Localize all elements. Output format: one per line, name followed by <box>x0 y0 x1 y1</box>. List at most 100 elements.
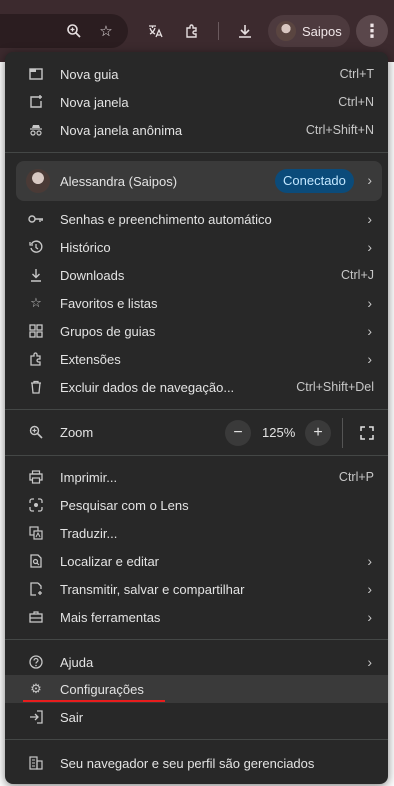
shortcut: Ctrl+Shift+N <box>305 123 374 137</box>
menu-item-translate[interactable]: Traduzir... <box>5 519 388 547</box>
menu-item-label: Senhas e preenchimento automático <box>60 211 272 227</box>
shortcut: Ctrl+N <box>338 95 374 109</box>
extensions-icon[interactable] <box>181 20 203 42</box>
avatar <box>26 169 50 193</box>
download-icon[interactable] <box>234 20 256 42</box>
find-icon <box>27 552 45 570</box>
translate-icon <box>27 524 45 542</box>
print-icon <box>27 468 45 486</box>
download-icon <box>27 266 45 284</box>
avatar <box>276 21 296 41</box>
divider <box>5 739 388 740</box>
menu-item-label: Configurações <box>60 681 144 697</box>
menu-item-tab-groups[interactable]: Grupos de guias › <box>5 317 388 345</box>
zoom-out-button[interactable]: − <box>225 420 251 446</box>
menu-kebab-icon[interactable]: ⋮ <box>356 15 388 47</box>
menu-item-label: Transmitir, salvar e compartilhar <box>60 581 245 597</box>
menu-item-managed[interactable]: Seu navegador e seu perfil são gerenciad… <box>5 749 388 777</box>
zoom-in-button[interactable]: + <box>305 420 331 446</box>
menu-item-settings[interactable]: ⚙ Configurações <box>5 675 388 703</box>
menu-item-label: Imprimir... <box>60 469 118 485</box>
menu-item-help[interactable]: Ajuda › <box>5 648 388 676</box>
menu-item-label: Seu navegador e seu perfil são gerenciad… <box>60 755 315 771</box>
menu-item-label: Histórico <box>60 239 111 255</box>
menu-item-more-tools[interactable]: Mais ferramentas › <box>5 603 388 631</box>
toolbar-separator <box>218 22 219 40</box>
menu-item-lens[interactable]: Pesquisar com o Lens <box>5 491 388 519</box>
lens-icon <box>27 496 45 514</box>
zoom-label: Zoom <box>60 424 94 440</box>
zoom-separator <box>342 418 343 448</box>
menu-item-find[interactable]: Localizar e editar › <box>5 547 388 575</box>
menu-item-label: Traduzir... <box>60 525 118 541</box>
cast-icon <box>27 580 45 598</box>
fullscreen-icon[interactable] <box>357 423 377 443</box>
star-icon: ☆ <box>30 295 42 310</box>
shortcut: Ctrl+T <box>339 67 374 81</box>
annotation-underline <box>23 700 165 702</box>
toolbox-icon <box>27 608 45 626</box>
chevron-right-icon: › <box>367 211 372 227</box>
status-badge: Conectado <box>275 169 354 193</box>
menu-item-new-tab[interactable]: Nova guia Ctrl+T <box>5 60 388 88</box>
menu-item-label: Sair <box>60 709 84 725</box>
bookmark-star-icon[interactable]: ☆ <box>95 20 117 42</box>
history-icon <box>27 238 45 256</box>
menu-item-bookmarks[interactable]: ☆ Favoritos e listas › <box>5 289 388 317</box>
menu-item-cast-save-share[interactable]: Transmitir, salvar e compartilhar › <box>5 575 388 603</box>
menu-item-label: Nova janela <box>60 94 129 110</box>
menu-item-label: Nova guia <box>60 66 119 82</box>
chevron-right-icon: › <box>367 351 372 367</box>
profile-row[interactable]: Alessandra (Saipos) Conectado › <box>16 161 382 201</box>
chrome-main-menu: Nova guia Ctrl+T Nova janela Ctrl+N Nova… <box>5 52 388 784</box>
new-tab-icon <box>27 65 45 83</box>
zoom-value: 125% <box>262 425 296 440</box>
divider <box>5 409 388 410</box>
menu-item-label: Mais ferramentas <box>60 609 161 625</box>
menu-item-print[interactable]: Imprimir... Ctrl+P <box>5 463 388 491</box>
shortcut: Ctrl+P <box>338 470 374 484</box>
gear-icon: ⚙ <box>30 681 42 696</box>
divider <box>5 152 388 153</box>
profile-chip[interactable]: Saipos <box>268 15 350 47</box>
chevron-right-icon: › <box>367 654 372 670</box>
chevron-right-icon: › <box>367 172 372 188</box>
menu-item-incognito[interactable]: Nova janela anônima Ctrl+Shift+N <box>5 116 388 144</box>
translate-icon[interactable] <box>144 20 166 42</box>
menu-item-label: Downloads <box>60 267 125 283</box>
new-window-icon <box>27 93 45 111</box>
menu-item-exit[interactable]: Sair <box>5 703 388 731</box>
menu-item-passwords[interactable]: Senhas e preenchimento automático › <box>5 205 388 233</box>
menu-item-new-window[interactable]: Nova janela Ctrl+N <box>5 88 388 116</box>
chevron-right-icon: › <box>367 609 372 625</box>
exit-icon <box>27 708 45 726</box>
menu-item-label: Ajuda <box>60 654 94 670</box>
menu-item-label: Localizar e editar <box>60 553 159 569</box>
menu-item-history[interactable]: Histórico › <box>5 233 388 261</box>
shortcut: Ctrl+Shift+Del <box>296 380 374 394</box>
menu-item-label: Pesquisar com o Lens <box>60 497 189 513</box>
chevron-right-icon: › <box>367 295 372 311</box>
incognito-icon <box>27 121 45 139</box>
menu-item-extensions[interactable]: Extensões › <box>5 345 388 373</box>
help-icon <box>27 653 45 671</box>
divider <box>5 455 388 456</box>
tab-groups-icon <box>27 322 45 340</box>
shortcut: Ctrl+J <box>341 268 374 282</box>
trash-icon <box>27 378 45 396</box>
chevron-right-icon: › <box>367 553 372 569</box>
building-icon <box>27 754 45 772</box>
chevron-right-icon: › <box>367 581 372 597</box>
menu-item-label: Nova janela anônima <box>60 122 183 138</box>
zoom-icon <box>27 423 45 441</box>
menu-item-label: Grupos de guias <box>60 323 156 339</box>
key-icon <box>27 210 45 228</box>
menu-item-downloads[interactable]: Downloads Ctrl+J <box>5 261 388 289</box>
extensions-icon <box>27 350 45 368</box>
menu-item-clear-data[interactable]: Excluir dados de navegação... Ctrl+Shift… <box>5 373 388 401</box>
zoom-icon[interactable] <box>63 20 85 42</box>
chevron-right-icon: › <box>367 323 372 339</box>
menu-item-label: Favoritos e listas <box>60 295 158 311</box>
profile-name: Alessandra (Saipos) <box>60 174 178 189</box>
menu-item-label: Excluir dados de navegação... <box>60 379 235 395</box>
